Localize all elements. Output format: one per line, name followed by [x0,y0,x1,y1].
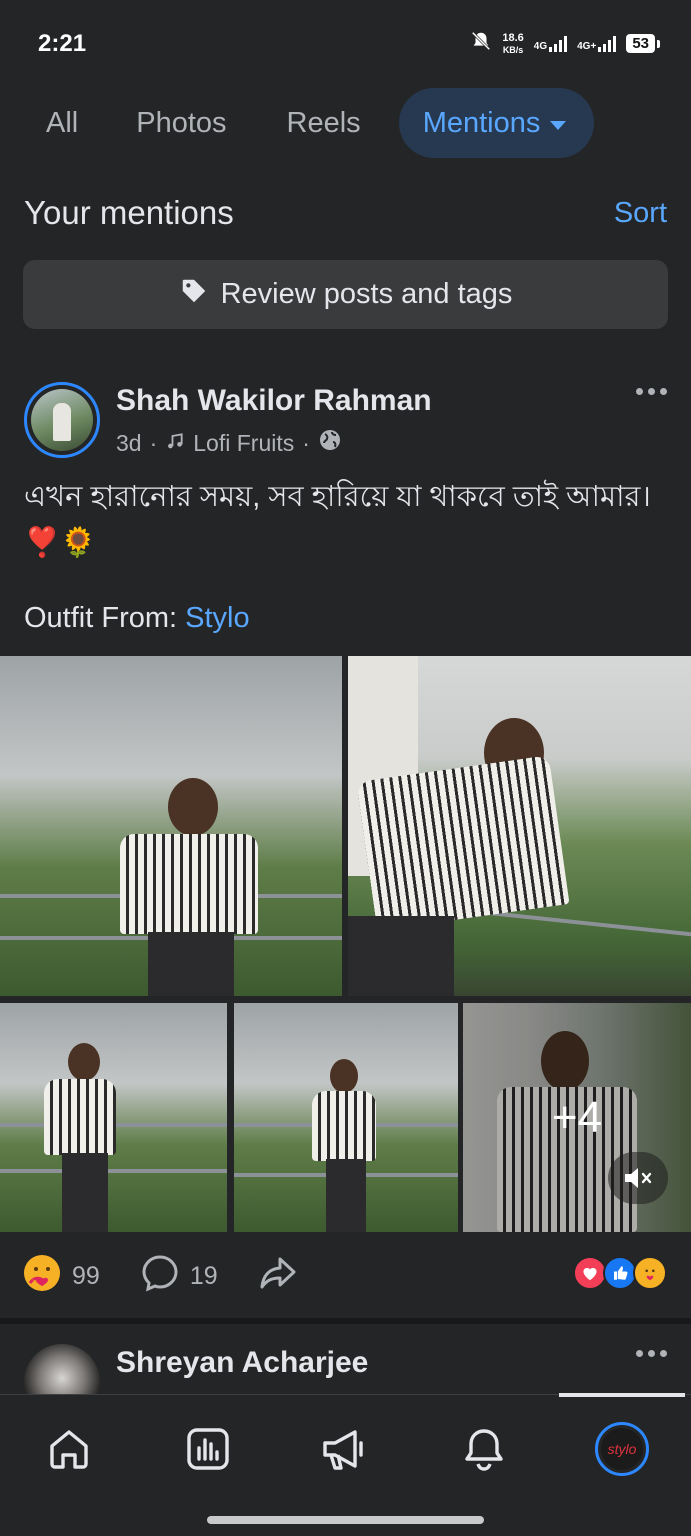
care-reaction-icon [633,1256,667,1290]
next-post-header: Shreyan Acharjee [24,1338,667,1420]
post-header: Shah Wakilor Rahman 3d · Lofi Fruits · [24,380,667,460]
mute-bell-icon [470,30,492,57]
reaction-button[interactable]: 99 [22,1253,100,1300]
profile-avatar-text: stylo [601,1428,643,1470]
status-icons: 18.6 KB/s 4G 4G+ 53 [470,30,660,57]
home-icon[interactable] [41,1421,97,1477]
post-photo-4[interactable] [234,1003,458,1232]
post-photo-2[interactable] [348,656,691,996]
network-type-2: 4G+ [577,40,597,52]
reaction-count: 99 [72,1261,100,1290]
post-outfit-line: Outfit From: Stylo [24,602,250,635]
status-time: 2:21 [38,30,87,57]
post-audio[interactable]: Lofi Fruits [193,430,294,457]
music-note-icon [165,430,185,457]
signal-group-1: 4G [533,35,568,52]
section-title: Your mentions [24,194,234,231]
profile-avatar[interactable]: stylo [594,1421,650,1477]
meta-separator: · [149,429,158,456]
speed-value: 18.6 [502,31,524,44]
tab-all[interactable]: All [24,88,100,158]
tab-mentions-label: Mentions [422,106,541,139]
post-time[interactable]: 3d [116,430,142,457]
tab-reels[interactable]: Reels [259,88,399,158]
outfit-prefix: Outfit From: [24,602,186,634]
post-photo-3[interactable] [0,1003,227,1232]
bell-icon[interactable] [456,1421,512,1477]
share-icon [258,1253,298,1300]
filter-tabs: All Photos Reels Mentions [24,88,595,158]
comment-count: 19 [189,1261,218,1290]
meta-separator: · [302,429,310,456]
sort-button[interactable]: Sort [614,197,667,230]
like-reaction-icon [603,1256,637,1290]
home-indicator [207,1516,484,1524]
tag-icon [179,276,209,314]
review-posts-label: Review posts and tags [220,278,513,310]
bottom-navigation: stylo [0,1393,691,1536]
speed-unit: KB/s [502,44,524,55]
post-actions: 99 19 [22,1248,667,1304]
network-type-1: 4G [533,40,548,52]
globe-icon [318,428,342,458]
tab-photos[interactable]: Photos [100,88,258,158]
next-post-author[interactable]: Shreyan Acharjee [116,1346,368,1380]
signal-icon [549,35,568,52]
review-posts-button[interactable]: Review posts and tags [23,260,668,329]
megaphone-icon[interactable] [317,1421,373,1477]
comment-icon [140,1253,180,1300]
caret-down-icon [550,120,567,130]
love-reaction-icon [573,1256,607,1290]
tab-mentions[interactable]: Mentions [398,88,595,158]
next-post-more-button[interactable] [636,1350,667,1357]
author-avatar[interactable] [24,382,100,458]
post-meta: 3d · Lofi Fruits · [116,428,342,458]
post-divider [0,1318,691,1324]
signal-group-2: 4G+ [577,35,617,52]
more-options-button[interactable] [636,388,667,395]
post-text: এখন হারানোর সময়, সব হারিয়ে যা থাকবে তা… [24,481,651,559]
active-tab-indicator [559,1393,685,1397]
battery-icon: 53 [626,34,660,53]
mentions-header: Your mentions Sort [24,188,667,238]
status-bar: 2:21 18.6 KB/s 4G 4G+ 53 [0,0,691,90]
care-emoji-icon [22,1253,62,1300]
share-button[interactable] [258,1253,298,1300]
comment-button[interactable]: 19 [140,1253,218,1300]
signal-icon [598,35,617,52]
network-speed: 18.6 KB/s [502,32,523,56]
dashboard-icon[interactable] [180,1421,236,1477]
outfit-link[interactable]: Stylo [185,602,249,634]
reaction-summary[interactable] [573,1256,667,1290]
author-name[interactable]: Shah Wakilor Rahman [116,384,432,418]
post-photo-1[interactable] [0,656,342,996]
muted-speaker-icon[interactable] [608,1152,668,1204]
